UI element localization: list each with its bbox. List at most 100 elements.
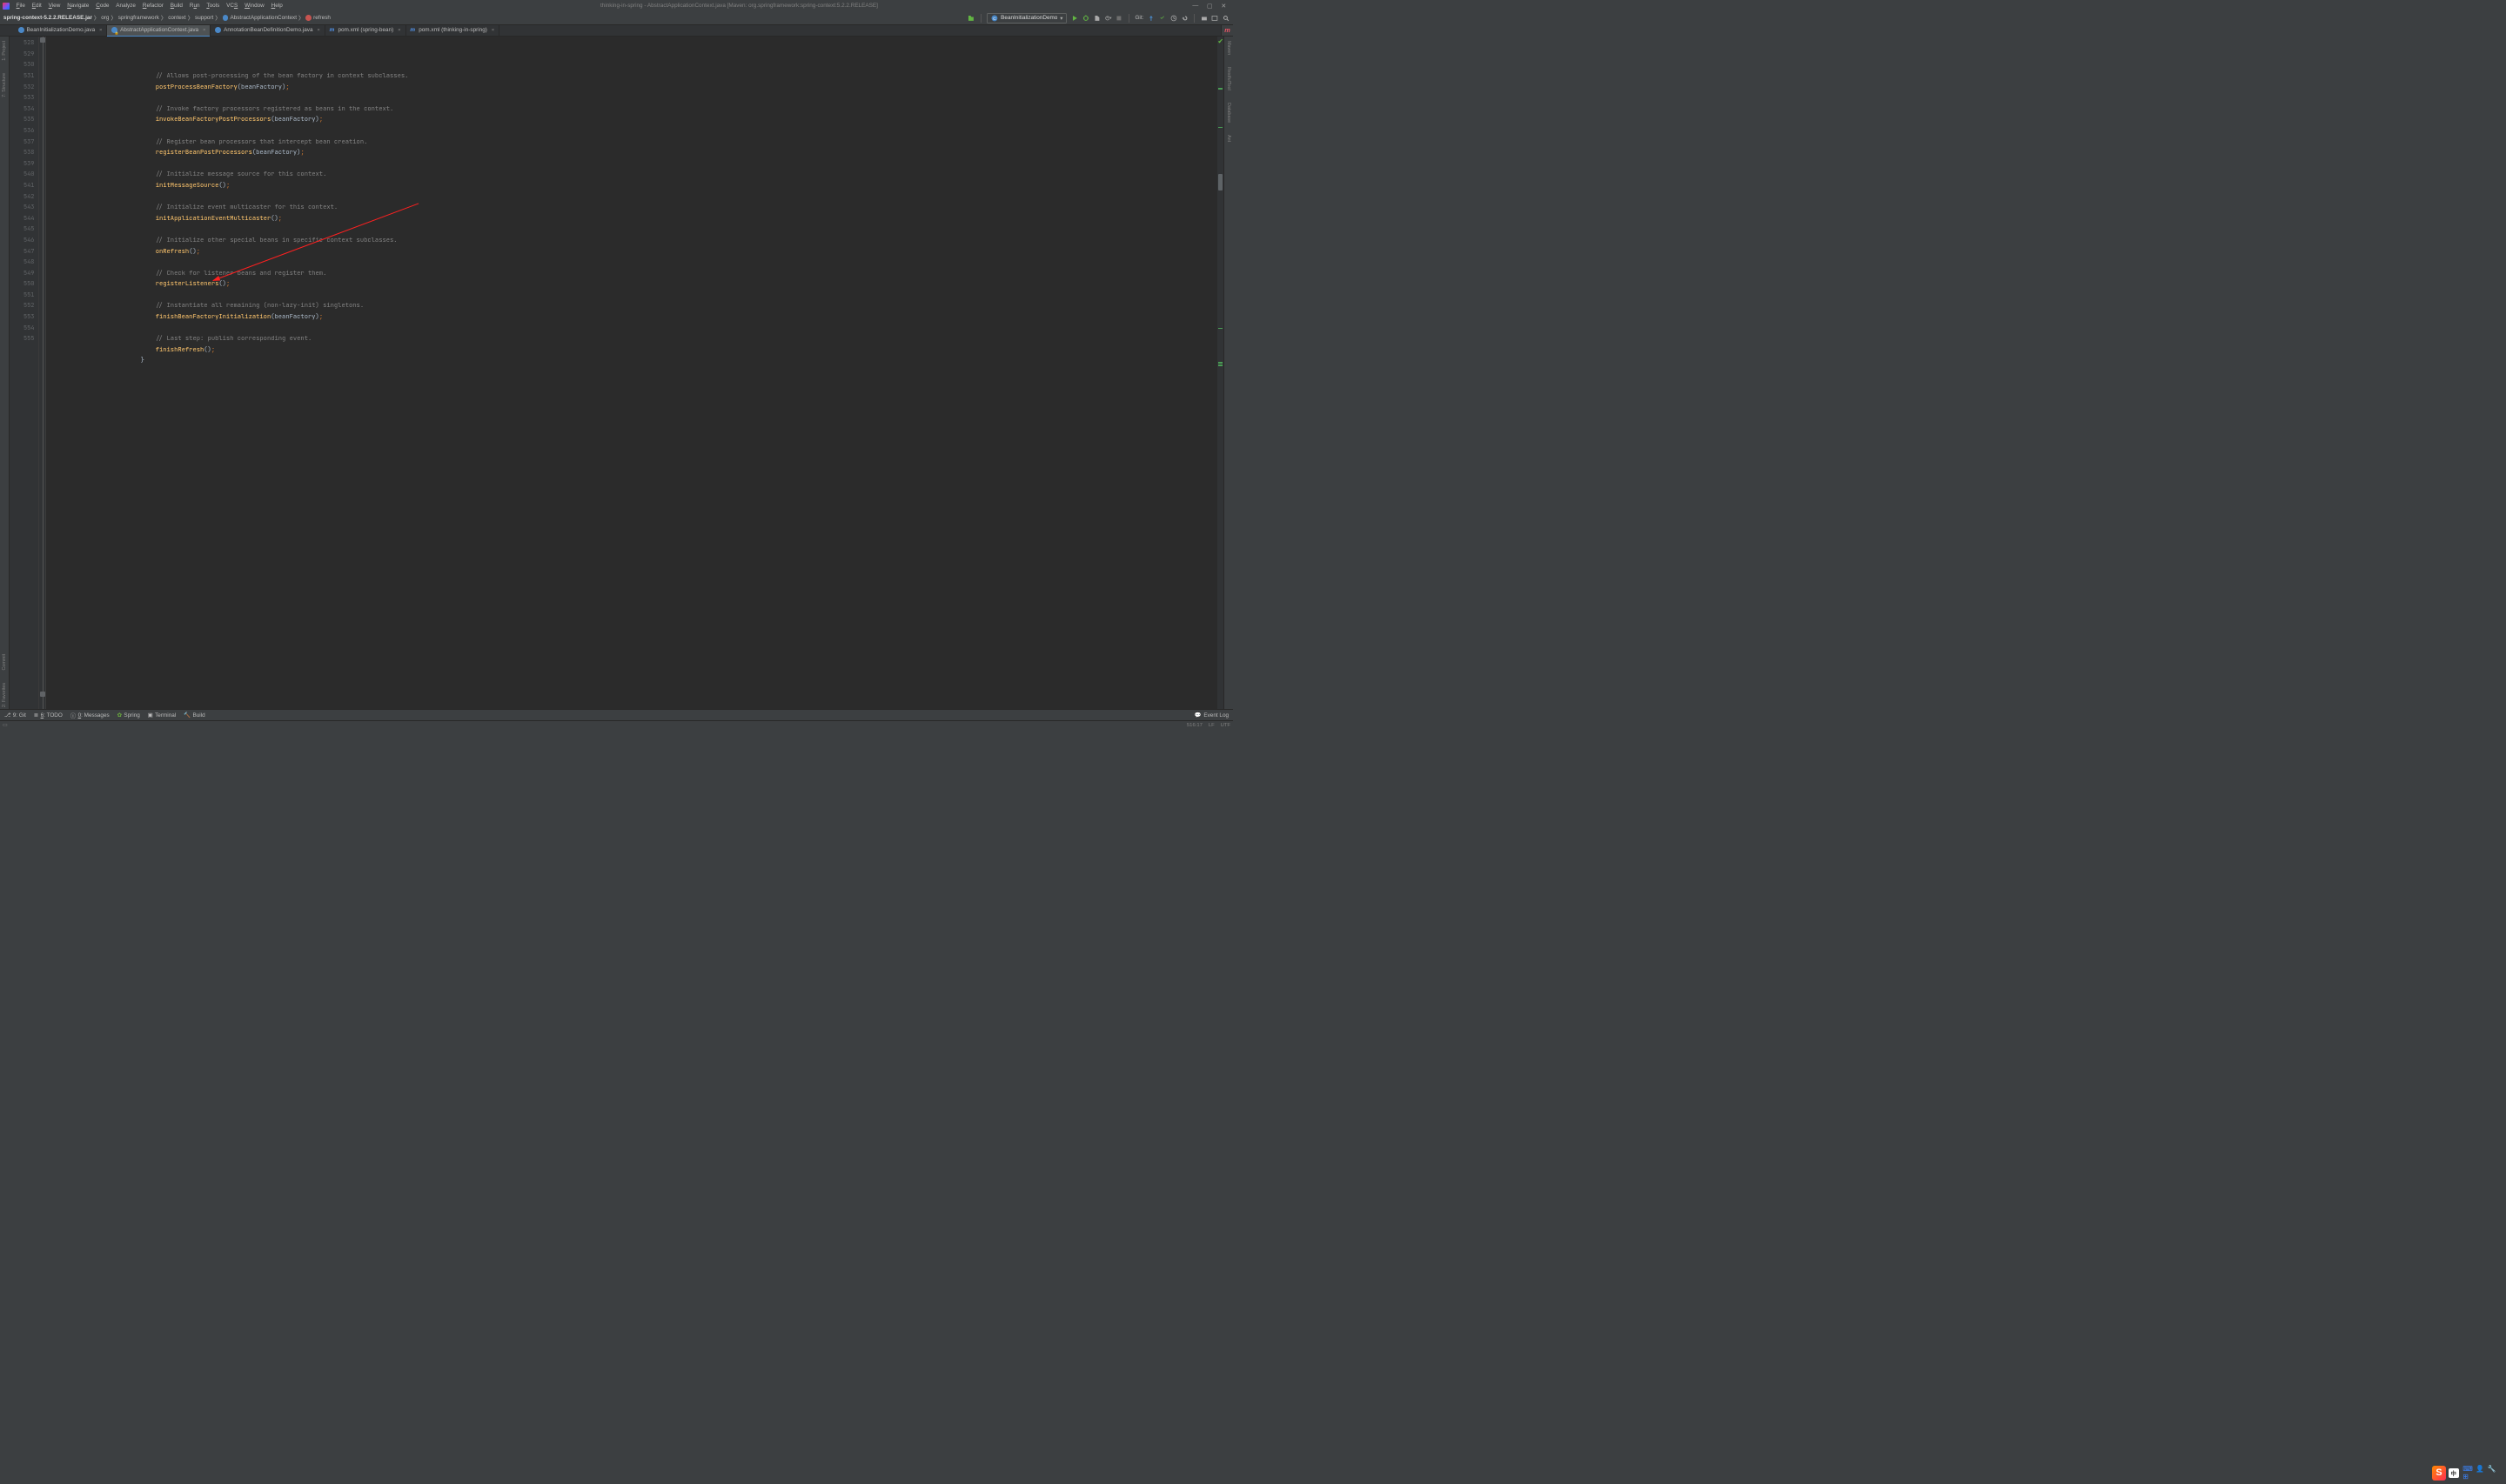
code-line[interactable] (51, 159, 1217, 170)
tool-spring[interactable]: ✿Spring (117, 712, 140, 719)
line-number[interactable]: 541 (10, 181, 35, 192)
code-line[interactable]: // Allows post-processing of the bean fa… (51, 71, 1217, 83)
line-number[interactable]: 547 (10, 247, 35, 258)
editor-tab[interactable]: AbstractApplicationContext.java× (107, 25, 211, 37)
tool-todo[interactable]: ≣6: TODO (34, 712, 63, 719)
ime-toolbar[interactable]: S 中 ⌨ 👤 🔧 ⊞ (2432, 1464, 2501, 1481)
breadcrumb-item[interactable]: AbstractApplicationContext (223, 15, 297, 21)
line-number[interactable]: 540 (10, 170, 35, 181)
line-number[interactable]: 553 (10, 312, 35, 324)
code-line[interactable] (51, 192, 1217, 204)
window-close-icon[interactable]: ✕ (1221, 3, 1226, 10)
close-icon[interactable]: × (492, 28, 494, 33)
stop-icon[interactable] (1116, 15, 1122, 22)
line-number[interactable]: 539 (10, 159, 35, 170)
code-line[interactable]: postProcessBeanFactory(beanFactory); (51, 83, 1217, 94)
tool-event-log[interactable]: 💬Event Log (1195, 712, 1229, 719)
editor-tab[interactable]: mpom.xml (spring-bean)× (325, 25, 406, 37)
tool-window-favorites[interactable]: 2: Favorites (2, 681, 7, 709)
code-line[interactable]: invokeBeanFactoryPostProcessors(beanFact… (51, 115, 1217, 126)
tool-window-structure[interactable]: 7: Structure (2, 71, 7, 99)
line-number[interactable]: 543 (10, 203, 35, 214)
debug-icon[interactable] (1082, 15, 1089, 22)
tool-window-restfultool[interactable]: RestfulTool (1226, 65, 1231, 92)
tool-messages[interactable]: ⓘ0: Messages (70, 712, 110, 719)
editor-marker-strip[interactable]: ✔ (1217, 37, 1223, 708)
code-line[interactable] (51, 291, 1217, 302)
vcs-revert-icon[interactable] (1182, 15, 1189, 22)
close-icon[interactable]: × (398, 28, 400, 33)
tool-build[interactable]: 🔨Build (184, 712, 205, 719)
tool-window-database[interactable]: Database (1226, 101, 1231, 124)
line-number[interactable]: 554 (10, 324, 35, 335)
caret-position[interactable]: 516:17 (1187, 723, 1203, 728)
ime-keyboard-icon[interactable]: ⌨ (2462, 1465, 2472, 1473)
line-number[interactable]: 535 (10, 115, 35, 126)
code-line[interactable]: } (51, 356, 1217, 367)
fold-handle-icon[interactable] (40, 37, 45, 43)
close-icon[interactable]: × (203, 28, 205, 33)
menu-tools[interactable]: Tools (203, 1, 223, 10)
vcs-commit-icon[interactable] (1159, 15, 1166, 22)
line-number[interactable]: 552 (10, 301, 35, 312)
ide-updates-icon[interactable] (1211, 15, 1218, 22)
code-line[interactable]: finishRefresh(); (51, 345, 1217, 357)
close-icon[interactable]: × (99, 28, 102, 33)
line-number[interactable]: 544 (10, 214, 35, 225)
menu-navigate[interactable]: Navigate (64, 1, 92, 10)
vcs-history-icon[interactable] (1170, 15, 1177, 22)
ime-person-icon[interactable]: 👤 (2476, 1465, 2484, 1473)
tool-terminal[interactable]: ▣Terminal (148, 712, 177, 719)
close-icon[interactable]: × (317, 28, 319, 33)
line-number[interactable]: 538 (10, 148, 35, 159)
vcs-update-icon[interactable] (1148, 15, 1155, 22)
code-line[interactable] (51, 324, 1217, 335)
code-line[interactable]: // Last step: publish corresponding even… (51, 334, 1217, 345)
line-number[interactable]: 550 (10, 279, 35, 291)
line-number[interactable]: 530 (10, 60, 35, 71)
line-number[interactable]: 549 (10, 269, 35, 280)
run-configuration-select[interactable]: C BeanInitializationDemo ▾ (987, 13, 1067, 23)
ime-tool-icon[interactable]: 🔧 (2488, 1465, 2496, 1473)
line-number[interactable]: 555 (10, 334, 35, 345)
line-number[interactable]: 534 (10, 104, 35, 116)
line-number[interactable]: 545 (10, 224, 35, 236)
line-number[interactable]: 532 (10, 83, 35, 94)
code-line[interactable] (51, 367, 1217, 378)
code-line[interactable]: // Check for listener beans and register… (51, 269, 1217, 280)
code-line[interactable] (51, 93, 1217, 104)
code-line[interactable]: // Initialize message source for this co… (51, 170, 1217, 181)
menu-analyze[interactable]: Analyze (112, 1, 139, 10)
editor-tab[interactable]: BeanInitializationDemo.java× (14, 25, 108, 37)
line-number[interactable]: 542 (10, 192, 35, 204)
code-area[interactable]: // Allows post-processing of the bean fa… (46, 37, 1217, 708)
menu-refactor[interactable]: Refactor (139, 1, 167, 10)
fold-handle-icon[interactable] (40, 692, 45, 697)
code-line[interactable]: // Invoke factory processors registered … (51, 104, 1217, 116)
breadcrumb-item[interactable]: refresh (305, 15, 331, 21)
code-line[interactable]: // Initialize other special beans in spe… (51, 236, 1217, 247)
tool-window-maven[interactable]: Maven (1226, 39, 1231, 57)
run-icon[interactable] (1071, 15, 1078, 22)
editor-tab[interactable]: mpom.xml (thinking-in-spring)× (406, 25, 500, 37)
window-maximize-icon[interactable]: ▢ (1207, 3, 1213, 10)
line-separator[interactable]: LF (1209, 723, 1215, 728)
line-number[interactable]: 546 (10, 236, 35, 247)
code-line[interactable]: registerBeanPostProcessors(beanFactory); (51, 148, 1217, 159)
breadcrumb-item[interactable]: spring-context-5.2.2.RELEASE.jar (3, 15, 92, 21)
code-line[interactable]: // Register bean processors that interce… (51, 137, 1217, 149)
tool-window-ant[interactable]: Ant (1226, 133, 1231, 144)
search-everywhere-icon[interactable] (1223, 15, 1230, 22)
code-line[interactable] (51, 126, 1217, 137)
code-line[interactable]: // Instantiate all remaining (non-lazy-i… (51, 301, 1217, 312)
code-line[interactable]: onRefresh(); (51, 247, 1217, 258)
ime-mini-icons[interactable]: ⌨ 👤 🔧 ⊞ (2462, 1465, 2501, 1481)
code-line[interactable]: initApplicationEventMulticaster(); (51, 214, 1217, 225)
code-line[interactable]: registerListeners(); (51, 279, 1217, 291)
menu-code[interactable]: Code (92, 1, 112, 10)
breadcrumb-item[interactable]: springframework (118, 15, 159, 21)
code-line[interactable]: // Initialize event multicaster for this… (51, 203, 1217, 214)
menu-run[interactable]: Run (186, 1, 204, 10)
menu-view[interactable]: View (45, 1, 64, 10)
menu-vcs[interactable]: VCS (223, 1, 241, 10)
